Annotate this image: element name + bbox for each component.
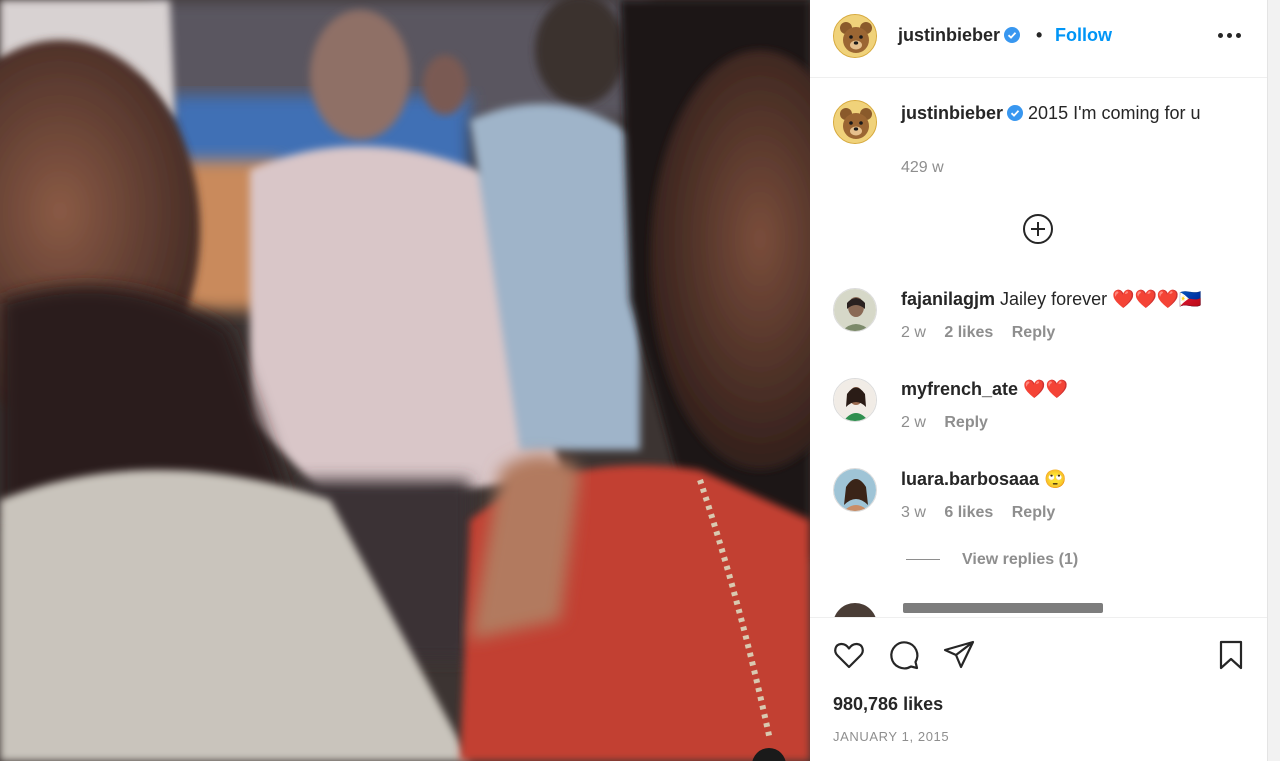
- comment-text: myfrench_ate ❤️❤️: [901, 379, 1068, 400]
- comment-item: myfrench_ate ❤️❤️ 2 w Reply: [810, 378, 1267, 458]
- author-username[interactable]: justinbieber: [898, 25, 1021, 46]
- comment-body: Jailey forever ❤️❤️❤️🇵🇭: [1000, 289, 1202, 309]
- comment-body: 🙄: [1044, 469, 1067, 489]
- author-username-text[interactable]: justinbieber: [898, 25, 1000, 45]
- post-side-panel: justinbieber • Follow justinbieber 2015 …: [810, 0, 1267, 761]
- comment-item: fajanilagjm Jailey forever ❤️❤️❤️🇵🇭 2 w …: [810, 288, 1267, 368]
- comment-username[interactable]: myfrench_ate: [901, 379, 1018, 399]
- caption-avatar[interactable]: [833, 100, 877, 144]
- comment-icon[interactable]: [887, 638, 921, 672]
- post-caption: justinbieber 2015 I'm coming for u: [901, 101, 1231, 126]
- comment-reply-button[interactable]: Reply: [1012, 324, 1056, 341]
- comment-avatar[interactable]: [833, 468, 877, 512]
- caption-timestamp[interactable]: 429 w: [901, 159, 944, 177]
- post-media[interactable]: [0, 0, 810, 761]
- comment-time[interactable]: 2 w: [901, 324, 926, 341]
- view-replies-label[interactable]: View replies (1): [962, 551, 1078, 568]
- more-options-icon[interactable]: [1215, 25, 1245, 45]
- user-avatar-icon: [834, 469, 876, 511]
- view-replies-button[interactable]: View replies (1): [906, 551, 1078, 569]
- share-icon[interactable]: [942, 638, 976, 672]
- bear-avatar-icon: [834, 101, 876, 143]
- post-video-frame: [0, 0, 810, 761]
- add-comment-icon[interactable]: [1022, 213, 1054, 245]
- post-header: justinbieber • Follow: [810, 0, 1267, 78]
- user-avatar-icon: [834, 379, 876, 421]
- comment-text-clipped: [903, 603, 1103, 613]
- comment-meta: 2 w 2 likes Reply: [901, 324, 1069, 342]
- verified-badge-icon: [1004, 27, 1021, 43]
- header-separator: •: [1036, 25, 1043, 45]
- post-actions: 980,786 likes JANUARY 1, 2015: [810, 617, 1267, 761]
- bear-avatar-icon: [834, 15, 876, 57]
- comment-username[interactable]: luara.barbosaaa: [901, 469, 1039, 489]
- author-avatar[interactable]: [833, 14, 877, 58]
- comment-time[interactable]: 3 w: [901, 504, 926, 521]
- window-scrollbar[interactable]: [1267, 0, 1280, 761]
- comment-reply-button[interactable]: Reply: [944, 414, 988, 431]
- comment-item: luara.barbosaaa 🙄 3 w 6 likes Reply: [810, 468, 1267, 548]
- comment-text: fajanilagjm Jailey forever ❤️❤️❤️🇵🇭: [901, 289, 1202, 310]
- comment-body: ❤️❤️: [1023, 379, 1068, 399]
- follow-button[interactable]: Follow: [1055, 25, 1112, 46]
- likes-count[interactable]: 980,786 likes: [833, 694, 943, 715]
- comment-likes[interactable]: 6 likes: [944, 504, 993, 521]
- comment-username[interactable]: fajanilagjm: [901, 289, 995, 309]
- comment-time[interactable]: 2 w: [901, 414, 926, 431]
- heart-icon[interactable]: [832, 638, 866, 672]
- comment-meta: 2 w Reply: [901, 414, 1002, 432]
- bookmark-icon[interactable]: [1214, 638, 1248, 672]
- comment-avatar[interactable]: [833, 288, 877, 332]
- caption-text: 2015 I'm coming for u: [1028, 103, 1201, 123]
- comment-likes[interactable]: 2 likes: [944, 324, 993, 341]
- comment-meta: 3 w 6 likes Reply: [901, 504, 1069, 522]
- comment-reply-button[interactable]: Reply: [1012, 504, 1056, 521]
- comment-text: luara.barbosaaa 🙄: [901, 469, 1067, 490]
- comment-avatar[interactable]: [833, 378, 877, 422]
- post-date[interactable]: JANUARY 1, 2015: [833, 729, 949, 744]
- user-avatar-icon: [834, 289, 876, 331]
- comment-avatar[interactable]: [833, 603, 877, 617]
- verified-badge-icon: [1007, 105, 1024, 121]
- view-replies-line: [906, 559, 940, 561]
- comment-item-partial: [833, 603, 1253, 617]
- caption-username[interactable]: justinbieber: [901, 103, 1003, 123]
